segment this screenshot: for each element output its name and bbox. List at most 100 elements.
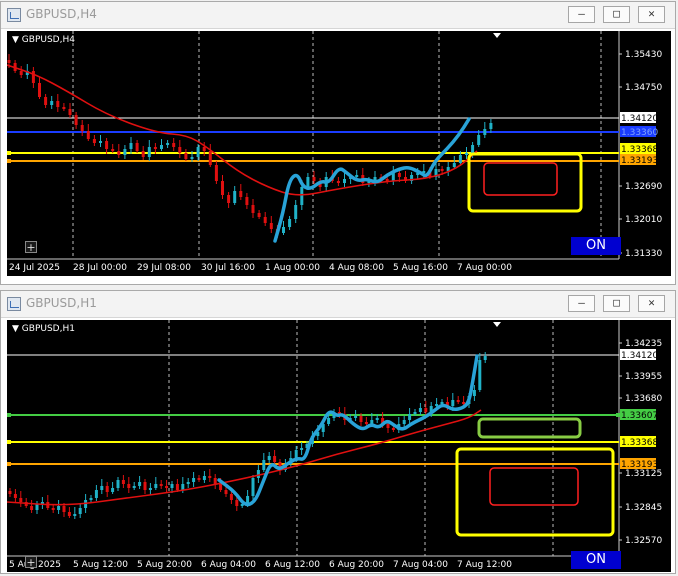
candle-body xyxy=(355,175,359,177)
green-zone-box xyxy=(477,417,582,439)
candle-body xyxy=(117,151,121,155)
candle-body xyxy=(375,418,379,420)
line-handle xyxy=(7,462,11,466)
close-button[interactable]: ✕ xyxy=(638,6,665,23)
time-label: 5 Aug 16:00 xyxy=(393,263,448,273)
zoom-plus-icon[interactable]: + xyxy=(25,241,37,253)
candle-body xyxy=(312,177,316,181)
close-button[interactable]: ✕ xyxy=(638,295,665,312)
line-handle xyxy=(616,413,620,417)
price-label: 1.34120 xyxy=(621,351,658,361)
candle-body xyxy=(192,478,196,482)
candle-body xyxy=(78,508,82,514)
red-zone-box xyxy=(483,162,558,196)
candle-body xyxy=(197,478,201,480)
line-handle xyxy=(7,440,11,444)
price-label: 1.32010 xyxy=(625,215,662,225)
candle-body xyxy=(62,506,66,512)
candle-body xyxy=(30,506,34,510)
candle-body xyxy=(224,490,228,494)
minimize-button[interactable]: — xyxy=(568,6,595,23)
candle-body xyxy=(364,422,368,424)
candle-body xyxy=(141,151,145,157)
time-label: 6 Aug 04:00 xyxy=(201,560,256,570)
restore-icon: □ xyxy=(613,7,620,20)
candle-body xyxy=(57,506,61,510)
candle-body xyxy=(92,139,96,143)
shift-marker-icon xyxy=(493,322,501,327)
candle-body xyxy=(121,480,125,484)
candle-body xyxy=(62,107,66,109)
candle-body xyxy=(267,456,271,460)
candle-body xyxy=(19,71,23,75)
line-handle xyxy=(7,413,11,417)
candle-body xyxy=(256,470,260,478)
price-label: 1.35430 xyxy=(625,50,662,60)
candle-body xyxy=(471,145,475,153)
dropdown-icon[interactable]: ▼ xyxy=(12,35,19,45)
candle-body xyxy=(408,414,412,420)
dropdown-icon[interactable]: ▼ xyxy=(12,324,19,334)
restore-button[interactable]: □ xyxy=(603,6,630,23)
on-button[interactable]: ON xyxy=(571,237,621,255)
candle-body xyxy=(202,476,206,480)
candle-body xyxy=(100,486,104,490)
candle-body xyxy=(483,356,487,360)
candle-body xyxy=(462,402,466,404)
price-chart[interactable]: 1.35430 1.34750 1.34120 1.33360 1.33368 1.331… xyxy=(6,31,671,276)
candle-body xyxy=(233,191,237,203)
candle-body xyxy=(300,187,304,205)
candle-body xyxy=(402,420,406,424)
candle-body xyxy=(148,488,152,490)
on-button[interactable]: ON xyxy=(571,551,621,569)
price-label: 1.33193 xyxy=(621,156,658,166)
candle-body xyxy=(105,141,109,149)
price-label: 1.34750 xyxy=(625,83,662,93)
time-label: 29 Jul 08:00 xyxy=(137,263,191,273)
chart-canvas[interactable]: 1.34235 1.34120 1.33955 1.33680 1.33607 1.333… xyxy=(6,320,671,572)
chart-window-h1: GBPUSD,H1 — □ ✕ 1.34235 1.34120 1.33955 1.3… xyxy=(0,290,676,574)
window-title: GBPUSD,H4 xyxy=(26,7,97,21)
zoom-plus-icon[interactable]: + xyxy=(25,556,37,568)
time-label: 4 Aug 08:00 xyxy=(329,263,384,273)
restore-icon: □ xyxy=(613,296,620,309)
candle-body xyxy=(147,147,151,157)
candle-body xyxy=(472,390,476,396)
candle-body xyxy=(154,484,158,488)
chart-window-h4: GBPUSD,H4 — □ ✕ 1.35430 1.34750 1.34120 1.3… xyxy=(0,1,676,285)
candle-body xyxy=(184,153,188,159)
candle-body xyxy=(294,205,298,219)
time-label: 24 Jul 2025 xyxy=(9,263,60,273)
candle-body xyxy=(143,482,147,490)
candle-body xyxy=(51,508,55,510)
close-icon: ✕ xyxy=(648,296,655,309)
candle-body xyxy=(181,484,185,490)
candle-body xyxy=(440,402,444,404)
candle-body xyxy=(359,416,363,422)
candle-body xyxy=(208,476,212,478)
candle-body xyxy=(214,165,218,181)
title-bar[interactable]: GBPUSD,H4 — □ ✕ xyxy=(1,2,675,29)
title-bar[interactable]: GBPUSD,H1 — □ ✕ xyxy=(1,291,675,318)
candle-body xyxy=(343,179,346,183)
time-label: 1 Aug 00:00 xyxy=(265,263,320,273)
symbol-label: ▼ GBPUSD,H4 xyxy=(12,35,75,45)
restore-button[interactable]: □ xyxy=(603,295,630,312)
price-chart[interactable]: 1.34235 1.34120 1.33955 1.33680 1.33607 1.333… xyxy=(6,320,671,572)
candle-body xyxy=(80,125,84,131)
candle-body xyxy=(135,143,139,151)
moving-average-line xyxy=(6,64,478,196)
candle-body xyxy=(227,195,231,203)
candle-body xyxy=(202,147,206,151)
candle-body xyxy=(483,129,487,135)
price-label: 1.32845 xyxy=(625,503,662,513)
candle-body xyxy=(327,418,331,424)
minimize-button[interactable]: — xyxy=(568,295,595,312)
window-title: GBPUSD,H1 xyxy=(26,296,97,310)
candle-body xyxy=(440,169,444,171)
candle-body xyxy=(89,498,93,500)
candle-body xyxy=(67,512,71,516)
price-label: 1.33607 xyxy=(621,411,658,421)
candle-body xyxy=(263,217,267,223)
chart-window-icon xyxy=(7,297,21,311)
